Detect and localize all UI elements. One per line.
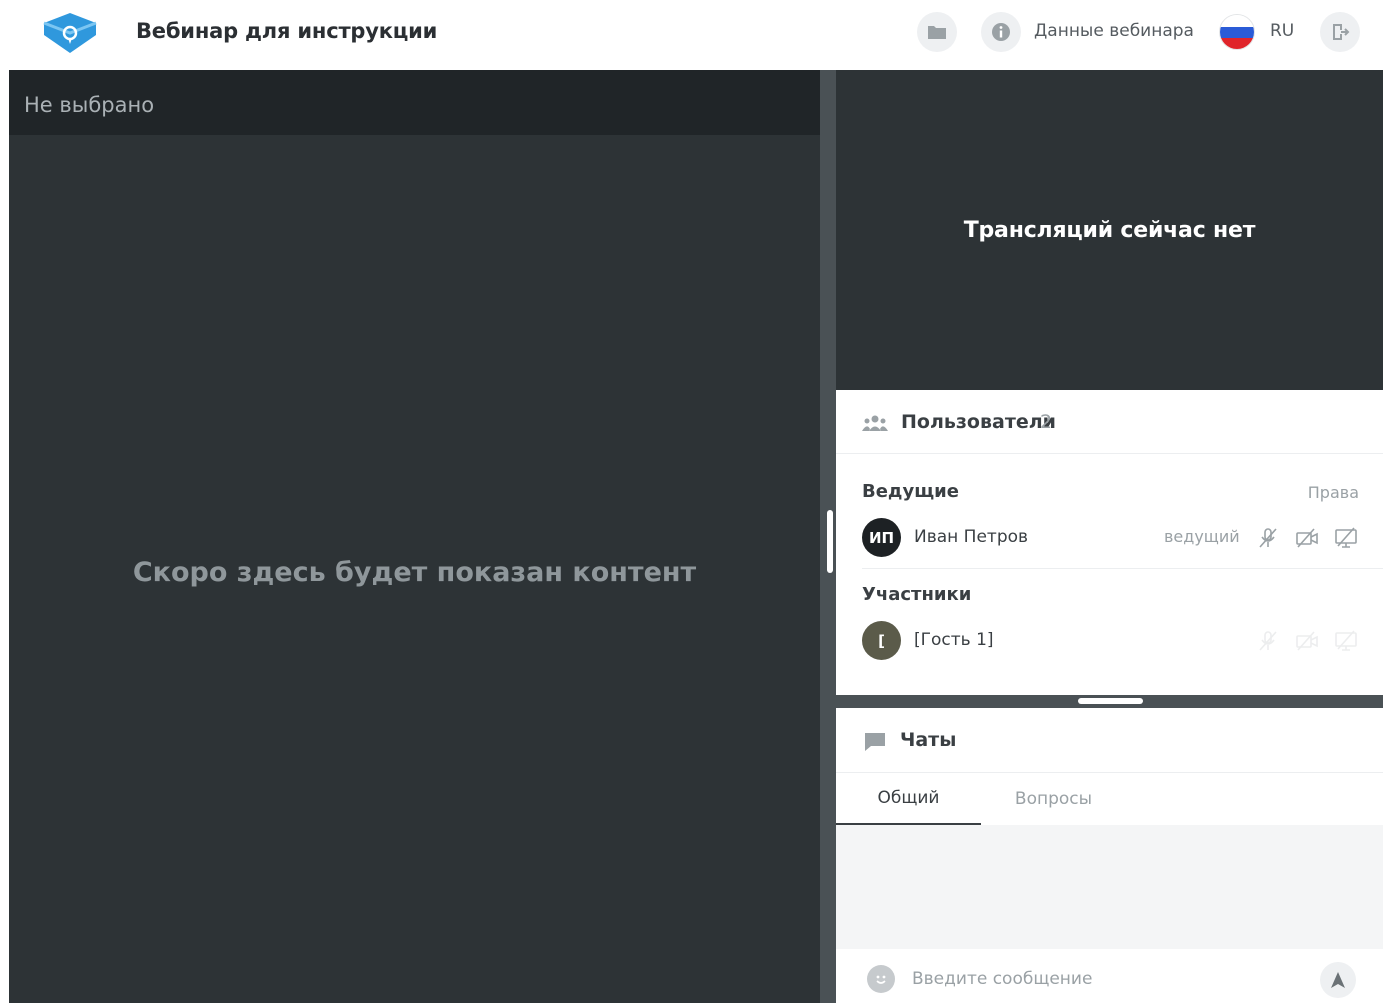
webinar-data-link[interactable]: Данные вебинара — [1034, 21, 1194, 41]
broadcast-area: Трансляций сейчас нет — [836, 70, 1383, 390]
language-selector[interactable]: RU — [1270, 21, 1294, 41]
users-header[interactable]: Пользователи 2 — [836, 390, 1383, 454]
content-selection-label[interactable]: Не выбрано — [24, 93, 154, 117]
camera-off-icon — [1294, 628, 1320, 654]
chat-messages-area — [836, 825, 1383, 949]
chat-icon — [864, 732, 886, 756]
chats-panel: Чаты Общий Вопросы — [836, 708, 1383, 1003]
users-panel: Пользователи 2 Ведущие Права ИП Иван Пет… — [836, 390, 1383, 695]
folder-button[interactable] — [917, 12, 957, 52]
exit-icon — [1333, 24, 1350, 40]
exit-button[interactable] — [1320, 12, 1360, 52]
users-icon — [862, 414, 888, 436]
mic-off-icon[interactable] — [1255, 525, 1281, 551]
broadcast-status: Трансляций сейчас нет — [963, 218, 1256, 243]
users-title: Пользователи — [901, 411, 1056, 433]
tab-general[interactable]: Общий — [836, 773, 981, 825]
users-count: 2 — [1040, 411, 1053, 433]
top-bar: Вебинар для инструкции Данные вебинара R… — [0, 0, 1383, 70]
user-role[interactable]: ведущий — [1164, 527, 1240, 546]
chats-header[interactable]: Чаты — [836, 708, 1383, 773]
content-header: Не выбрано — [9, 70, 820, 135]
info-button[interactable] — [981, 12, 1021, 52]
horizontal-resize-handle[interactable] — [1078, 698, 1143, 704]
info-icon — [992, 23, 1010, 41]
user-row[interactable]: ИП Иван Петров ведущий — [836, 516, 1383, 560]
screen-share-off-icon — [1333, 628, 1359, 654]
section-divider — [862, 568, 1383, 569]
content-area: Не выбрано Скоро здесь будет показан кон… — [9, 70, 820, 1003]
hosts-section-title: Ведущие — [862, 481, 959, 502]
participants-section-title: Участники — [862, 584, 972, 605]
rights-label: Права — [1307, 483, 1359, 502]
user-row[interactable]: [ [Гость 1] — [836, 619, 1383, 663]
screen-share-off-icon[interactable] — [1333, 525, 1359, 551]
chat-input-row — [836, 949, 1383, 1003]
smiley-icon — [876, 975, 886, 984]
app-logo[interactable] — [40, 11, 100, 55]
user-name: [Гость 1] — [914, 630, 994, 650]
content-placeholder: Скоро здесь будет показан контент — [132, 557, 697, 588]
russia-flag-icon[interactable] — [1219, 14, 1255, 50]
camera-off-icon[interactable] — [1294, 525, 1320, 551]
chats-title: Чаты — [900, 729, 957, 751]
emoji-button[interactable] — [867, 965, 895, 993]
send-icon — [1331, 972, 1345, 988]
avatar: ИП — [862, 518, 901, 557]
tab-questions[interactable]: Вопросы — [981, 773, 1126, 825]
send-button[interactable] — [1320, 962, 1356, 998]
folder-icon — [928, 26, 946, 39]
webinar-title: Вебинар для инструкции — [136, 19, 438, 43]
message-input[interactable] — [912, 963, 1302, 995]
user-name: Иван Петров — [914, 527, 1029, 547]
avatar: [ — [862, 621, 901, 660]
chat-tabs: Общий Вопросы — [836, 773, 1383, 825]
vertical-resize-handle[interactable] — [827, 510, 833, 573]
mic-off-icon — [1255, 628, 1281, 654]
